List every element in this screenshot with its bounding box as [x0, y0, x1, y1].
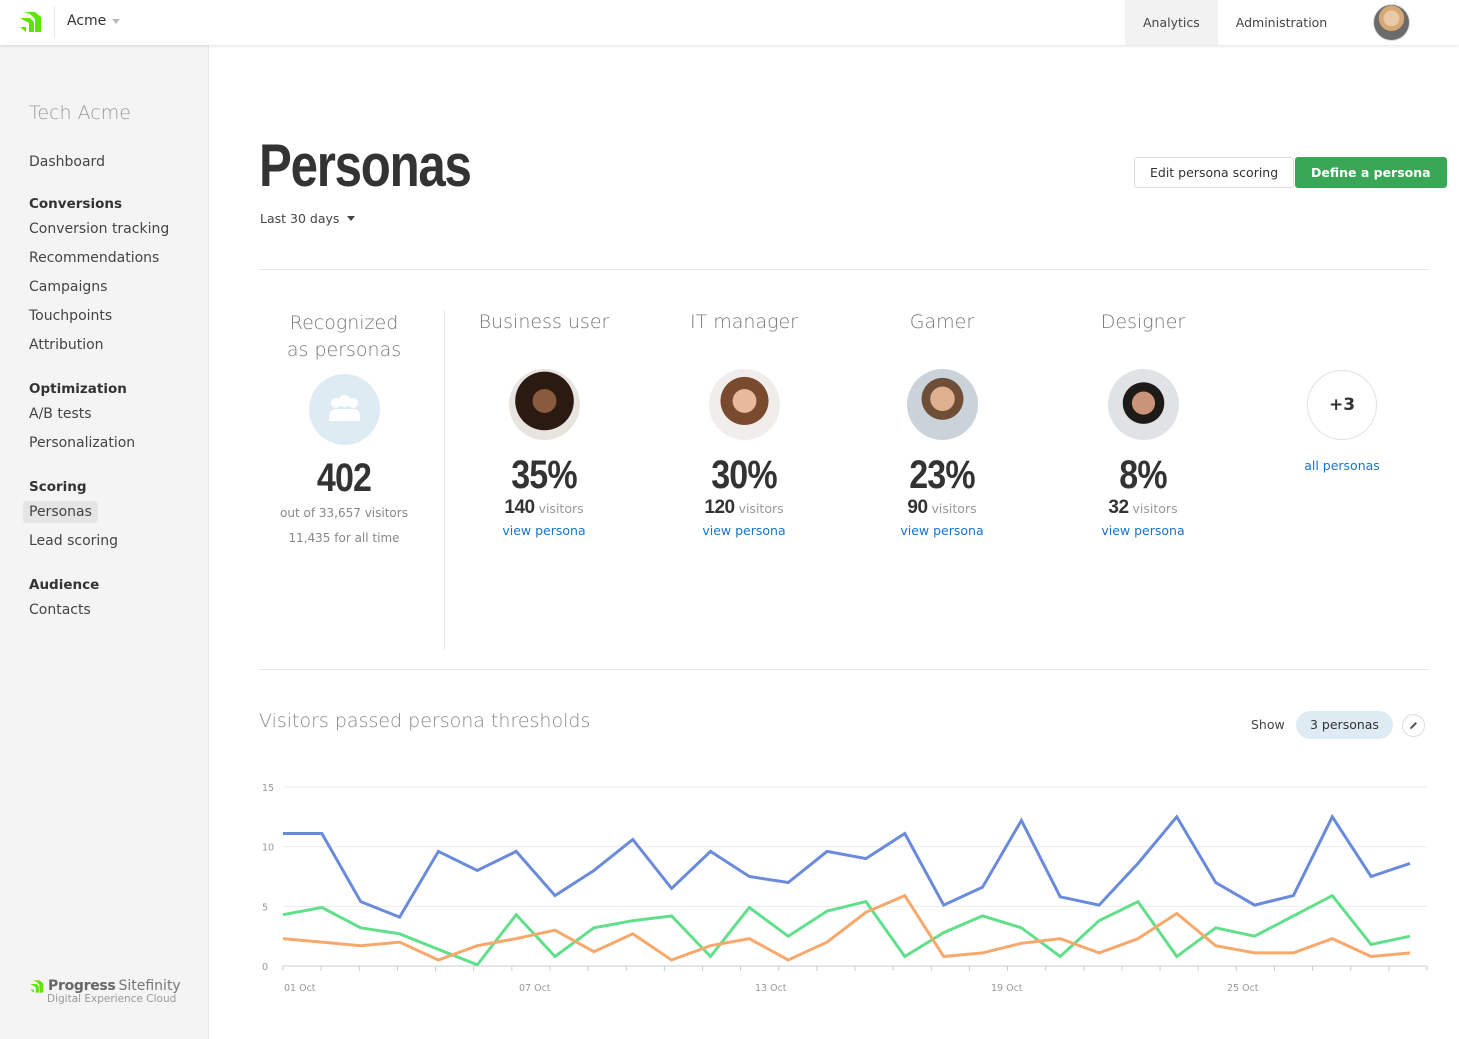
top-bar: Acme Analytics Administration [0, 0, 1459, 45]
topbar-divider [54, 6, 55, 38]
y-tick-label: 5 [262, 902, 268, 913]
x-tick-label: 13 Oct [755, 983, 787, 994]
visitors-line-chart: 0 5 10 15 01 Oct 07 Oct 13 Oct 19 Oct 25 Oct [262, 783, 1428, 994]
y-tick-label: 10 [262, 843, 274, 854]
y-tick-label: 0 [262, 962, 268, 973]
site-name: Acme [67, 13, 107, 29]
series-line [283, 813, 1411, 919]
x-tick-label: 07 Oct [519, 983, 551, 994]
tab-administration[interactable]: Administration [1218, 0, 1345, 45]
x-tick-label: 19 Oct [991, 983, 1023, 994]
x-tick-label: 25 Oct [1227, 983, 1259, 994]
x-tick-label: 01 Oct [284, 983, 316, 994]
top-nav: Analytics Administration [1125, 0, 1345, 45]
user-avatar[interactable] [1373, 4, 1410, 41]
site-switcher[interactable]: Acme [67, 13, 121, 29]
tab-analytics[interactable]: Analytics [1125, 0, 1218, 45]
y-tick-label: 15 [262, 783, 274, 794]
chevron-down-icon [112, 18, 121, 24]
progress-logo-icon[interactable] [18, 10, 44, 34]
